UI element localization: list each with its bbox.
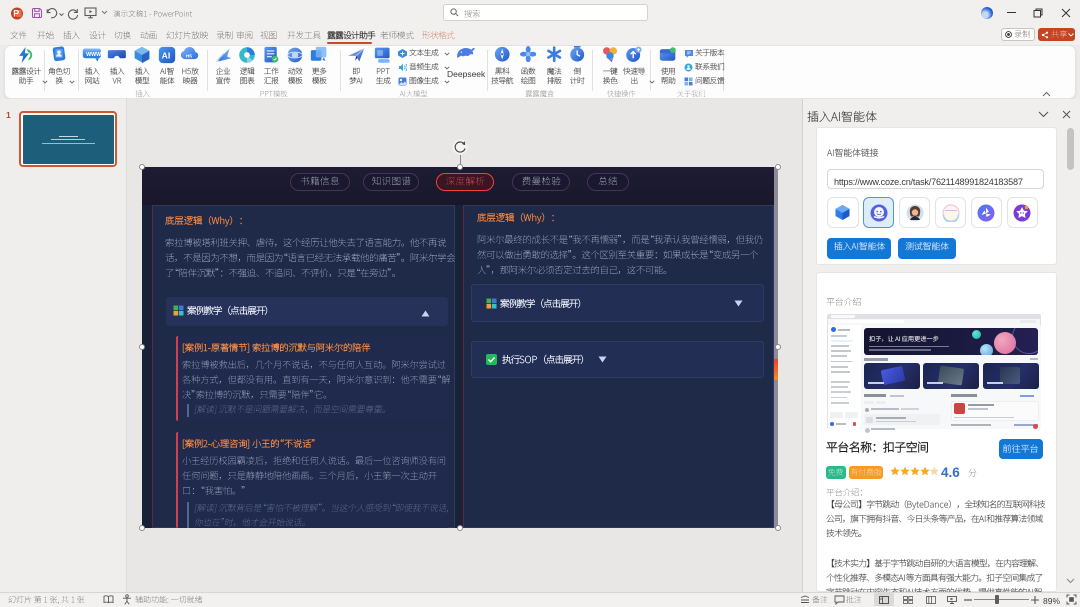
svg-text:AI: AI xyxy=(162,51,171,61)
svg-text:H5: H5 xyxy=(186,53,193,59)
svg-text:WWW: WWW xyxy=(86,52,101,58)
svg-text:P: P xyxy=(13,9,19,19)
